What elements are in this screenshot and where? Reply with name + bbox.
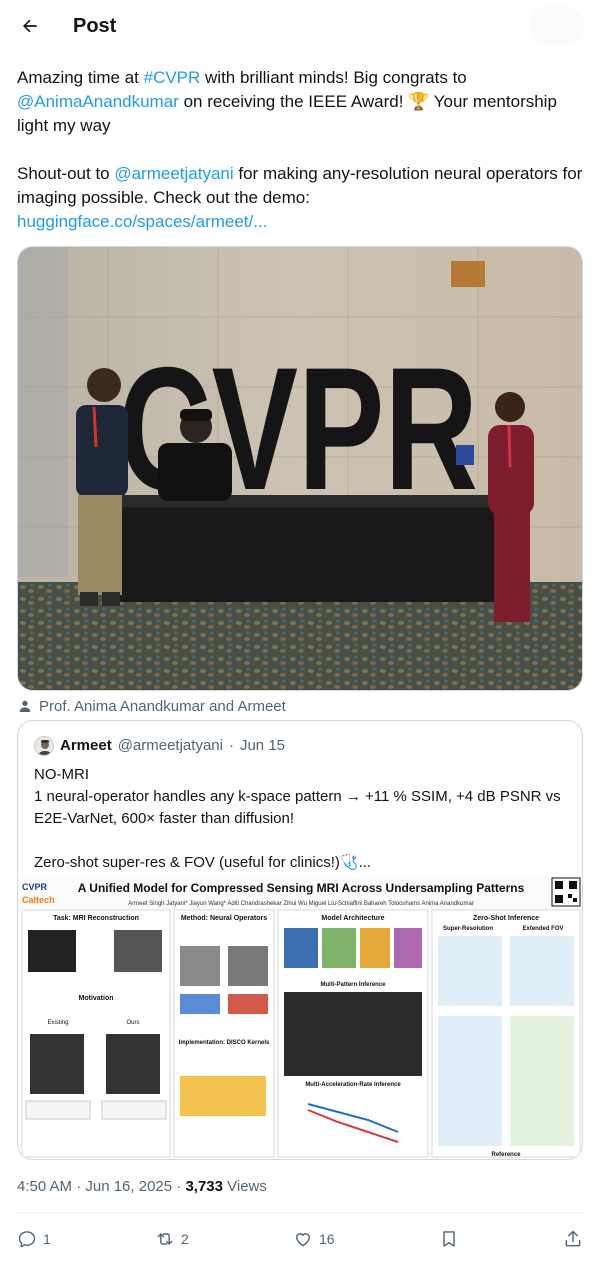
poster-reference: Reference: [491, 1152, 521, 1158]
poster-authors: Armeet Singh Jatyani* Jiayun Wang* Aditi…: [128, 901, 474, 907]
top-bar: Post: [0, 0, 599, 53]
tweet-text-segment: Amazing time at: [17, 68, 144, 87]
poster-disco: Implementation: DISCO Kernels: [179, 1040, 270, 1046]
tagged-users[interactable]: Prof. Anima Anandkumar and Armeet: [17, 696, 286, 716]
quoted-text-line: 1 neural-operator handles any k-space pa…: [34, 788, 561, 827]
share-button[interactable]: [563, 1229, 583, 1249]
tagged-users-label: Prof. Anima Anandkumar and Armeet: [39, 697, 286, 715]
quoted-text-line: Zero-shot super-res & FOV (useful for cl…: [34, 854, 372, 871]
poster-section-architecture: Model Architecture: [321, 915, 384, 922]
quoted-post[interactable]: Armeet @armeetjatyani · Jun 15 NO-MRI 1 …: [17, 720, 583, 1160]
poster-caltech-logo: Caltech: [22, 895, 55, 905]
demo-link[interactable]: huggingface.co/spaces/armeet/...: [17, 212, 267, 231]
quoted-post-body: NO-MRI 1 neural-operator handles any k-s…: [34, 764, 574, 874]
avatar[interactable]: [34, 736, 54, 756]
repost-button[interactable]: 2: [155, 1229, 189, 1249]
quoted-post-image[interactable]: CVPR Caltech A Unified Model for Compres…: [18, 876, 582, 1159]
post-meta: 4:50 AM · Jun 16, 2025 · 3,733 Views: [17, 1177, 267, 1197]
bookmark-icon: [443, 1231, 455, 1247]
quoted-post-header: Armeet @armeetjatyani · Jun 15: [34, 736, 285, 756]
poster-section-zeroshot: Zero-Shot Inference: [473, 915, 539, 922]
page-title: Post: [73, 15, 117, 37]
like-count: 16: [319, 1231, 335, 1247]
person-icon: [19, 700, 31, 712]
repost-count: 2: [181, 1231, 189, 1247]
bookmark-button[interactable]: [439, 1229, 459, 1249]
post-photo[interactable]: CVPR: [17, 246, 583, 691]
like-button[interactable]: 16: [293, 1229, 335, 1249]
poster-existing: Existing: [47, 1020, 68, 1026]
reply-icon: [18, 1231, 36, 1248]
quoted-author-handle[interactable]: @armeetjatyani: [118, 736, 223, 756]
divider: [17, 1212, 583, 1213]
research-poster: CVPR Caltech A Unified Model for Compres…: [18, 876, 582, 1159]
hashtag-link[interactable]: #CVPR: [144, 68, 201, 87]
poster-extended-fov: Extended FOV: [522, 926, 563, 932]
heart-icon: [296, 1233, 310, 1247]
separator-dot: ·: [228, 737, 234, 754]
repost-icon: [157, 1233, 173, 1245]
action-bar: 1 2 16: [17, 1224, 583, 1254]
share-icon: [565, 1230, 581, 1247]
quoted-post-date[interactable]: Jun 15: [240, 736, 285, 756]
reply-button[interactable]: 1: [17, 1229, 51, 1249]
post-timestamp[interactable]: 4:50 AM · Jun 16, 2025 ·: [17, 1178, 185, 1195]
poster-multi-accel: Multi-Acceleration-Rate Inference: [305, 1082, 401, 1088]
quoted-text-line: NO-MRI: [34, 766, 89, 783]
poster-ours: Ours: [126, 1020, 139, 1026]
mention-link-anima[interactable]: @AnimaAnandkumar: [17, 92, 179, 111]
poster-title: A Unified Model for Compressed Sensing M…: [78, 881, 525, 895]
poster-motivation: Motivation: [79, 995, 114, 1002]
view-count: 3,733: [185, 1178, 223, 1195]
poster-multi-pattern: Multi-Pattern Inference: [320, 982, 386, 988]
mention-link-armeet[interactable]: @armeetjatyani: [114, 164, 233, 183]
poster-super-res: Super-Resolution: [443, 926, 493, 932]
poster-section-task: Task: MRI Reconstruction: [53, 915, 139, 922]
cvpr-photo-image: CVPR: [18, 247, 582, 690]
tweet-text-segment: with brilliant minds! Big congrats to: [200, 68, 467, 87]
reply-count: 1: [43, 1231, 51, 1247]
views-label: Views: [222, 1178, 267, 1195]
tweet-body: Amazing time at #CVPR with brilliant min…: [17, 66, 583, 234]
poster-cvpr-logo: CVPR: [22, 882, 48, 892]
arrow-left-icon: [23, 19, 37, 33]
tweet-text-segment: Shout-out to: [17, 164, 115, 183]
quoted-author-name[interactable]: Armeet: [60, 736, 112, 756]
back-button[interactable]: [12, 8, 48, 44]
poster-section-method: Method: Neural Operators: [181, 915, 267, 922]
header-action-placeholder: [529, 6, 585, 46]
